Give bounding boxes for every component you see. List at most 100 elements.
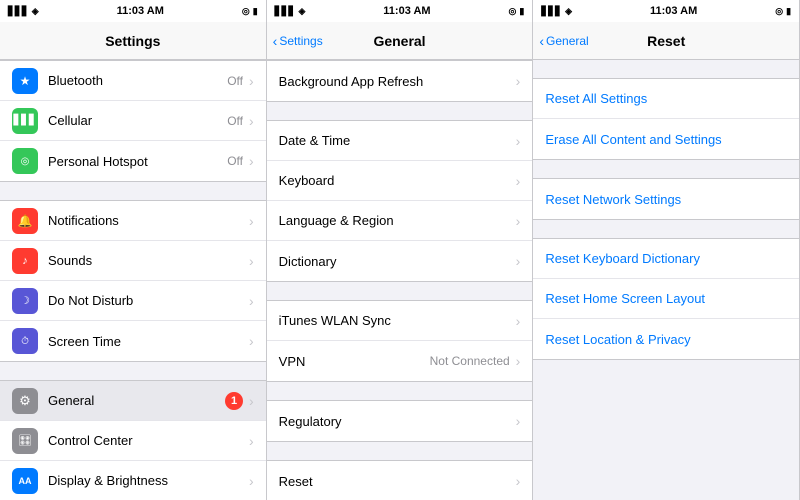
hotspot-item[interactable]: ◎ Personal Hotspot Off › — [0, 141, 266, 181]
chevron-icon: › — [249, 253, 254, 269]
chevron-icon: › — [249, 333, 254, 349]
general-item[interactable]: ⚙ General 1 › — [0, 381, 266, 421]
reset-group-3: Reset Keyboard Dictionary Reset Home Scr… — [533, 238, 799, 360]
bluetooth-item[interactable]: ★ Bluetooth Off › — [0, 61, 266, 101]
screentime-item[interactable]: ⏱ Screen Time › — [0, 321, 266, 361]
chevron-icon: › — [249, 433, 254, 449]
reset-network-item[interactable]: Reset Network Settings — [533, 179, 799, 219]
chevron-icon: › — [516, 73, 521, 89]
bgrefresh-group: Background App Refresh › — [267, 60, 533, 102]
chevron-icon: › — [516, 413, 521, 429]
chevron-icon: › — [516, 133, 521, 149]
location-icon-3: ◎ — [775, 6, 783, 17]
general-panel: ▋▋▋ ◈ 11:03 AM ◎ ▮ ‹ Settings General Ba… — [267, 0, 534, 500]
reset-group-2: Reset Network Settings — [533, 178, 799, 220]
wifi-icon-3: ◈ — [565, 6, 572, 17]
vpn-label: VPN — [279, 354, 430, 369]
time-1: 11:03 AM — [117, 5, 164, 17]
battery-icon-2: ▮ — [519, 6, 524, 17]
chevron-icon: › — [516, 313, 521, 329]
screentime-label: Screen Time — [48, 334, 249, 349]
reset-all-settings-item[interactable]: Reset All Settings — [533, 79, 799, 119]
languageregion-label: Language & Region — [279, 213, 516, 228]
hotspot-icon: ◎ — [12, 148, 38, 174]
donotdisturb-item[interactable]: ☽ Do Not Disturb › — [0, 281, 266, 321]
general-badge: 1 — [225, 392, 243, 410]
cellular-item[interactable]: ▋▋▋ Cellular Off › — [0, 101, 266, 141]
reset-all-settings-label: Reset All Settings — [545, 91, 647, 106]
time-3: 11:03 AM — [650, 5, 697, 17]
dictionary-item[interactable]: Dictionary › — [267, 241, 533, 281]
signal-icons-3: ▋▋▋ ◈ — [541, 6, 572, 17]
reset-homescreen-item[interactable]: Reset Home Screen Layout — [533, 279, 799, 319]
reset-group: Reset › — [267, 460, 533, 500]
notifications-icon: 🔔 — [12, 208, 38, 234]
back-label-2: General — [546, 34, 589, 48]
battery-icons: ◎ ▮ — [242, 6, 258, 17]
sounds-icon: ♪ — [12, 248, 38, 274]
bgrefresh-label: Background App Refresh — [279, 74, 516, 89]
languageregion-item[interactable]: Language & Region › — [267, 201, 533, 241]
notifications-group: 🔔 Notifications › ♪ Sounds › ☽ Do Not Di… — [0, 200, 266, 362]
battery-icon: ▮ — [253, 6, 258, 17]
hotspot-value: Off — [227, 154, 243, 168]
reset-homescreen-label: Reset Home Screen Layout — [545, 291, 705, 306]
general-label: General — [48, 393, 225, 408]
back-to-settings[interactable]: ‹ Settings — [273, 33, 323, 49]
chevron-icon: › — [516, 473, 521, 489]
battery-icons-3: ◎ ▮ — [775, 6, 791, 17]
chevron-icon: › — [249, 293, 254, 309]
location-icon: ◎ — [242, 6, 250, 17]
vpn-item[interactable]: VPN Not Connected › — [267, 341, 533, 381]
chevron-icon: › — [516, 213, 521, 229]
reset-location-item[interactable]: Reset Location & Privacy — [533, 319, 799, 359]
reset-keyboard-item[interactable]: Reset Keyboard Dictionary — [533, 239, 799, 279]
datetime-label: Date & Time — [279, 133, 516, 148]
reset-nav: ‹ General Reset — [533, 22, 799, 60]
chevron-icon: › — [249, 393, 254, 409]
donotdisturb-label: Do Not Disturb — [48, 293, 249, 308]
keyboard-item[interactable]: Keyboard › — [267, 161, 533, 201]
wifi-icon: ◈ — [32, 6, 39, 17]
itunes-label: iTunes WLAN Sync — [279, 313, 516, 328]
regulatory-item[interactable]: Regulatory › — [267, 401, 533, 441]
signal-icons: ▋▋▋ ◈ — [8, 6, 39, 17]
vpn-value: Not Connected — [430, 354, 510, 368]
chevron-icon: › — [516, 353, 521, 369]
reset-location-label: Reset Location & Privacy — [545, 332, 690, 347]
wifi-icon-2: ◈ — [298, 6, 305, 17]
battery-icon-3: ▮ — [786, 6, 791, 17]
dictionary-label: Dictionary — [279, 254, 516, 269]
reset-item[interactable]: Reset › — [267, 461, 533, 500]
regulatory-group: Regulatory › — [267, 400, 533, 442]
signal-icon: ▋▋▋ — [8, 6, 29, 17]
datetime-item[interactable]: Date & Time › — [267, 121, 533, 161]
screentime-icon: ⏱ — [12, 328, 38, 354]
chevron-icon: › — [249, 113, 254, 129]
back-to-general[interactable]: ‹ General — [539, 33, 588, 49]
controlcenter-item[interactable]: 🎛 Control Center › — [0, 421, 266, 461]
status-bar-2: ▋▋▋ ◈ 11:03 AM ◎ ▮ — [267, 0, 533, 22]
reset-label: Reset — [279, 474, 516, 489]
bluetooth-label: Bluetooth — [48, 73, 227, 88]
donotdisturb-icon: ☽ — [12, 288, 38, 314]
notifications-item[interactable]: 🔔 Notifications › — [0, 201, 266, 241]
controlcenter-icon: 🎛 — [12, 428, 38, 454]
signal-icon-2: ▋▋▋ — [275, 6, 296, 17]
itunes-item[interactable]: iTunes WLAN Sync › — [267, 301, 533, 341]
reset-title: Reset — [647, 33, 685, 49]
regulatory-label: Regulatory — [279, 414, 516, 429]
chevron-icon: › — [249, 153, 254, 169]
displaybrightness-item[interactable]: AA Display & Brightness › — [0, 461, 266, 500]
time-2: 11:03 AM — [383, 5, 430, 17]
bgrefresh-item[interactable]: Background App Refresh › — [267, 61, 533, 101]
bluetooth-icon: ★ — [12, 68, 38, 94]
general-icon: ⚙ — [12, 388, 38, 414]
cellular-label: Cellular — [48, 113, 227, 128]
sounds-item[interactable]: ♪ Sounds › — [0, 241, 266, 281]
back-chevron: ‹ — [273, 33, 278, 49]
locale-group: Date & Time › Keyboard › Language & Regi… — [267, 120, 533, 282]
bluetooth-value: Off — [227, 74, 243, 88]
location-icon-2: ◎ — [509, 6, 517, 17]
erase-all-item[interactable]: Erase All Content and Settings — [533, 119, 799, 159]
